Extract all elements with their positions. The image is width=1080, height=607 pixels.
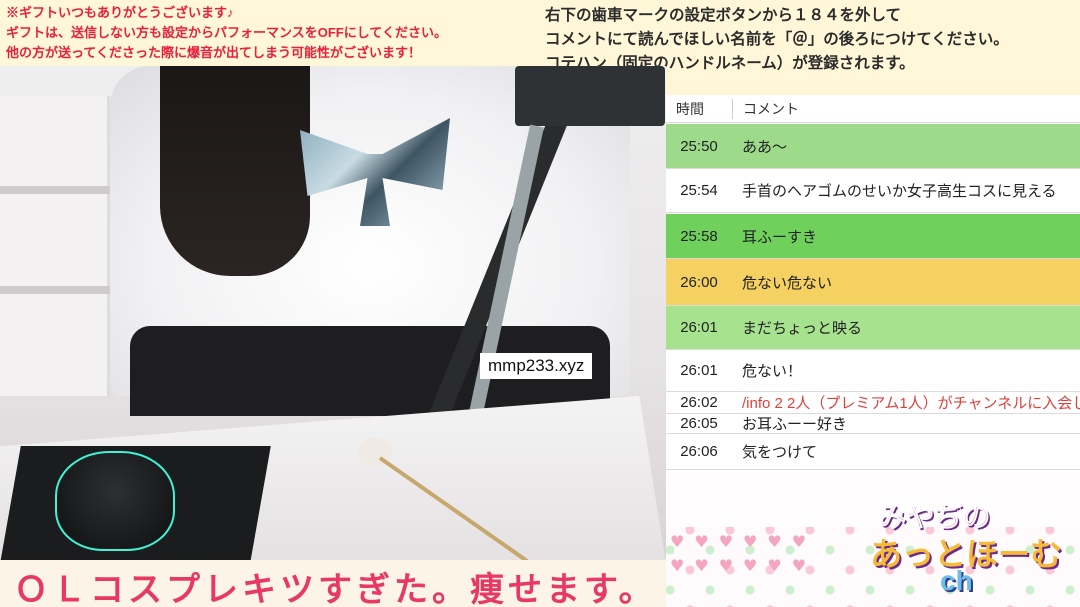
comment-text: 気をつけて [742, 444, 818, 461]
comment-text: お耳ふーー好き [742, 416, 848, 433]
name-notice-line: コメントにて読んでほしい名前を「＠」の後ろにつけてください。 [545, 31, 1009, 48]
shelf [0, 96, 110, 396]
gift-notice: ※ギフトいつもありがとうございます♪ ギフトは、送信しない方も設定からパフォーマ… [0, 0, 545, 66]
comment-time: 26:06 [680, 443, 718, 460]
gift-notice-line: ギフトは、送信しない方も設定からパフォーマンスをOFFにしてください。 [6, 25, 447, 40]
camera-feed: mmp233.xyz [0, 66, 666, 564]
header-time[interactable]: 時間 [666, 99, 732, 119]
comment-row[interactable]: 26:02/info 2 2人（プレミアム1人）がチャンネルに入会しま [666, 392, 1080, 414]
comment-time: 25:58 [680, 227, 718, 245]
comment-panel: 時間 コメント 25:50 ああ〜 25:54 手首のヘアゴムのせいか女子高生コスに見… [666, 95, 1080, 527]
comment-row[interactable]: 26:00 危ない危ない [666, 259, 1080, 306]
comment-row[interactable]: 26:06 気をつけて [666, 434, 1080, 470]
comment-header: 時間 コメント [666, 95, 1080, 123]
comment-row[interactable]: 26:01 危ない！ [666, 350, 1080, 392]
comment-text: /info 2 2人（プレミアム1人）がチャンネルに入会しま [742, 395, 1080, 412]
comment-row[interactable]: 25:50 ああ〜 [666, 124, 1080, 169]
channel-logo: みやぢの あっとほーむ ch [860, 495, 1080, 607]
comment-row[interactable]: 26:01 まだちょっと映る [666, 306, 1080, 350]
header-comment[interactable]: コメント [732, 98, 799, 119]
comment-text: 危ない！ [742, 363, 803, 380]
watermark: mmp233.xyz [480, 353, 593, 379]
comment-time: 26:00 [680, 273, 718, 291]
person-hair [160, 66, 310, 276]
comment-time: 26:01 [680, 319, 718, 336]
gift-notice-line: 他の方が送ってくださった際に爆音が出てしまう可能性がございます！ [6, 45, 421, 60]
gift-notice-line: ※ギフトいつもありがとうございます♪ [6, 5, 234, 20]
comment-text: 危ない危ない [742, 274, 833, 292]
comment-text: まだちょっと映る [742, 320, 863, 337]
heart-decoration: ♥♥♥♥♥♥ ♥♥♥♥♥♥ [670, 532, 817, 575]
logo-line-3: ch [940, 565, 973, 596]
comment-time: 26:02 [680, 394, 718, 411]
microphone [515, 66, 665, 126]
comment-row[interactable]: 25:54 手首のヘアゴムのせいか女子高生コスに見える [666, 169, 1080, 213]
comment-row[interactable]: 25:58 耳ふーすき [666, 214, 1080, 259]
gaming-mouse [55, 451, 175, 551]
ticker-text: ＯＬコスプレキツすぎた。痩せます。 [14, 571, 657, 607]
comment-row[interactable]: 26:05 お耳ふーー好き [666, 414, 1080, 434]
comment-text: ああ〜 [742, 138, 788, 156]
shelf-board [0, 286, 110, 294]
name-notice-line: 右下の歯車マークの設定ボタンから１８４を外して [545, 7, 902, 24]
comment-time: 25:50 [680, 137, 718, 155]
bottom-ticker: ＯＬコスプレキツすぎた。痩せます。 [0, 560, 666, 607]
comment-time: 26:01 [680, 362, 718, 379]
comment-time: 26:05 [680, 415, 718, 432]
comment-text: 手首のヘアゴムのせいか女子高生コスに見える [742, 183, 1057, 200]
comment-time: 25:54 [680, 182, 718, 199]
shelf-board [0, 186, 110, 194]
comment-text: 耳ふーすき [742, 228, 818, 246]
